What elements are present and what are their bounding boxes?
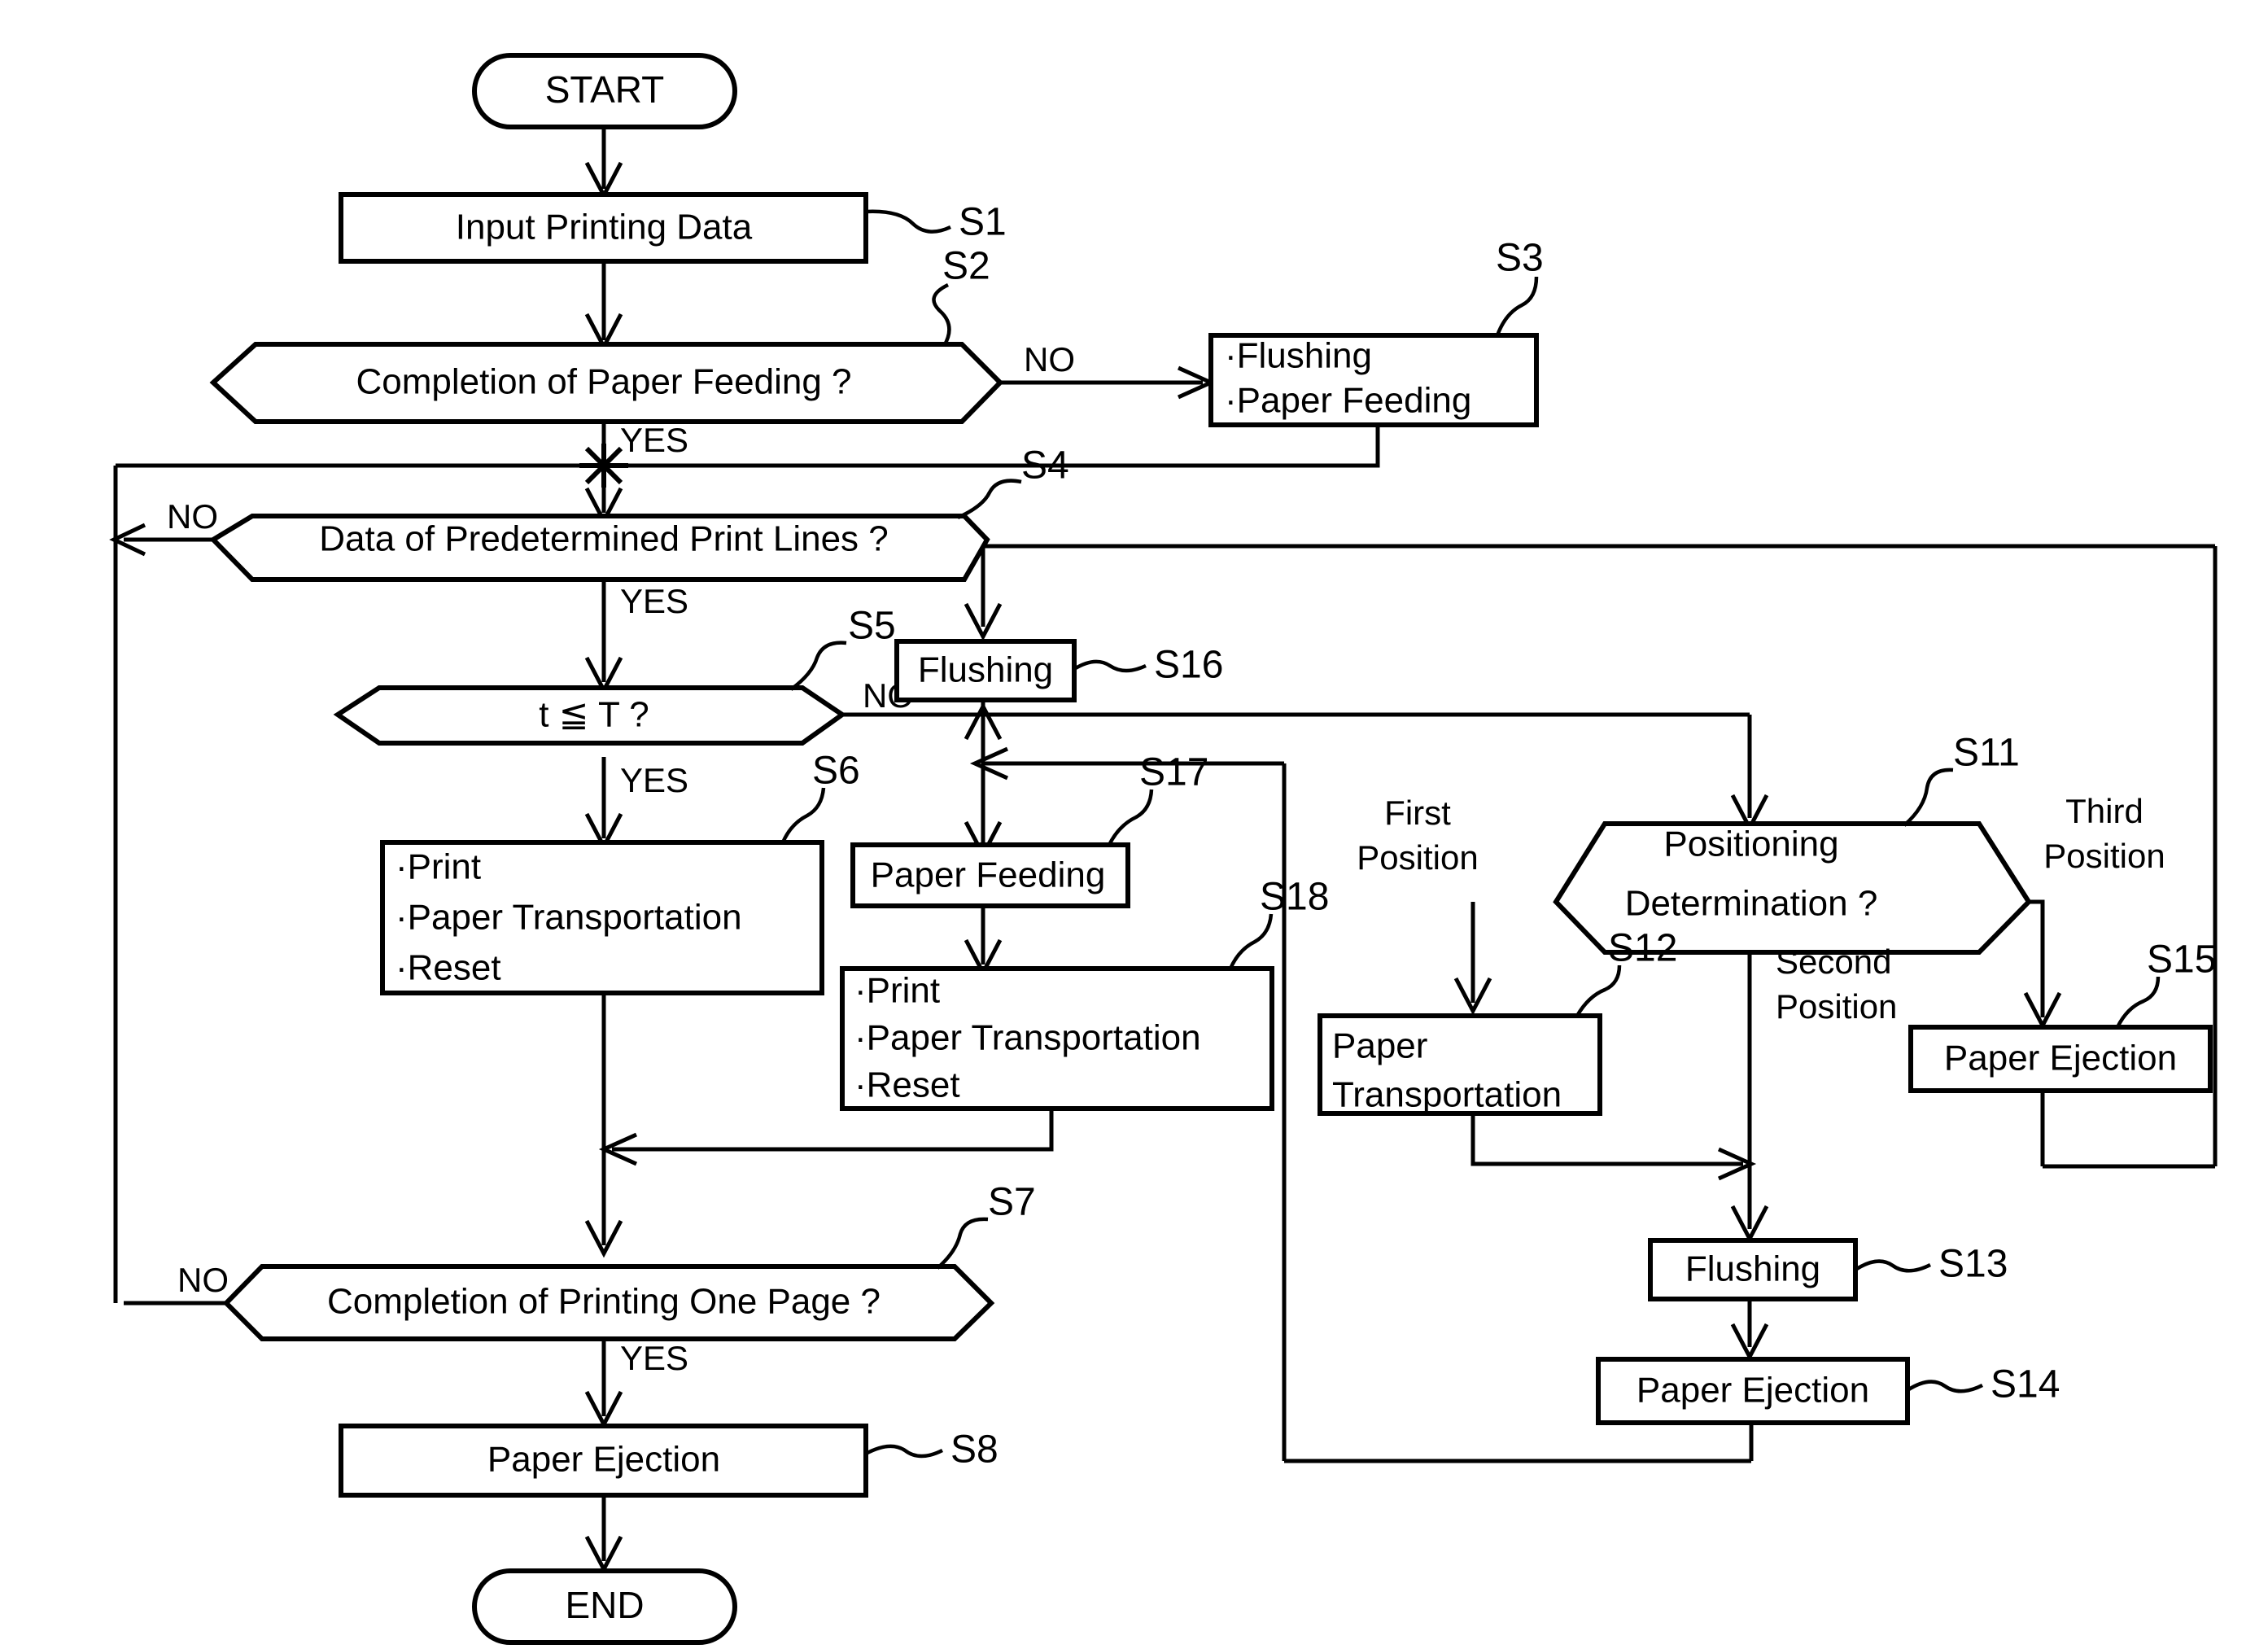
step-ref-s11: S11 — [1953, 732, 2020, 775]
node-s3: ·Flushing ·Paper Feeding — [1208, 333, 1539, 427]
edge-label-s7-yes: YES — [620, 1339, 688, 1377]
leader-s5 — [789, 641, 847, 691]
edge-label-s11-first-1: First — [1384, 794, 1451, 832]
node-s6-line-2: ·Paper Transportation — [395, 898, 742, 938]
node-s8: Paper Ejection — [339, 1424, 868, 1498]
node-s2: Completion of Paper Feeding ? — [209, 342, 1004, 424]
leader-s3 — [1495, 276, 1539, 336]
step-ref-s2: S2 — [942, 245, 990, 288]
node-s16: Flushing — [894, 639, 1077, 702]
node-end-label: END — [565, 1584, 644, 1626]
step-ref-s15: S15 — [2147, 938, 2216, 982]
leader-s11 — [1903, 768, 1954, 827]
edge-label-s4-yes: YES — [620, 582, 688, 620]
leader-s12 — [1575, 964, 1622, 1017]
edge-label-s4-no: NO — [167, 497, 218, 536]
node-s6-line-1: ·Print — [395, 847, 481, 887]
node-s6: ·Print ·Paper Transportation ·Reset — [380, 840, 824, 995]
leader-s2 — [932, 282, 951, 348]
leader-s8 — [864, 1444, 944, 1459]
step-ref-s16: S16 — [1154, 644, 1223, 687]
node-s13: Flushing — [1648, 1238, 1858, 1301]
leader-s17 — [1107, 789, 1154, 846]
edge-label-s11-third-2: Position — [2043, 837, 2165, 875]
node-s1: Input Printing Data — [339, 192, 868, 264]
node-s12: Paper Transportation — [1318, 1013, 1602, 1116]
node-s12-line-2: Transportation — [1332, 1075, 1562, 1115]
flowchart-canvas: START Input Printing Data S1 Completion … — [0, 0, 2268, 1649]
step-ref-s7: S7 — [988, 1181, 1036, 1224]
leader-s16 — [1073, 659, 1147, 673]
step-ref-s12: S12 — [1608, 927, 1677, 970]
edge-label-s2-no: NO — [1024, 340, 1075, 378]
node-s18: ·Print ·Paper Transportation ·Reset — [840, 966, 1274, 1111]
node-s7: Completion of Printing One Page ? — [222, 1264, 995, 1341]
node-s17: Paper Feeding — [850, 842, 1130, 908]
edge-s3-to-spine — [604, 424, 1380, 468]
node-s3-line-2: ·Paper Feeding — [1225, 381, 1471, 421]
node-s14: Paper Ejection — [1596, 1357, 1910, 1425]
edge-label-s11-first-2: Position — [1357, 838, 1478, 877]
node-s1-label: Input Printing Data — [456, 208, 753, 247]
node-s3-line-1: ·Flushing — [1225, 336, 1372, 376]
node-s6-line-3: ·Reset — [395, 948, 501, 988]
leader-s6 — [780, 787, 826, 843]
node-start: START — [472, 53, 737, 129]
node-s5: t ≦ T ? — [333, 685, 847, 746]
leader-s4 — [957, 479, 1022, 520]
edge-s18-to-merge — [612, 1105, 1054, 1152]
step-ref-s14: S14 — [1991, 1363, 2060, 1406]
node-start-label: START — [545, 68, 665, 111]
node-s12-line-1: Paper — [1332, 1026, 1427, 1066]
edge-label-s2-yes: YES — [620, 421, 688, 459]
step-ref-s1: S1 — [959, 201, 1007, 244]
step-ref-s5: S5 — [848, 605, 896, 648]
node-s4-label: Data of Predetermined Print Lines ? — [319, 519, 889, 559]
step-ref-s6: S6 — [812, 750, 860, 793]
node-s11-line-1: Positioning — [1663, 824, 1838, 864]
edge-label-s7-no: NO — [177, 1261, 229, 1299]
edge-label-s11-second-2: Position — [1776, 987, 1897, 1026]
node-s18-line-2: ·Paper Transportation — [854, 1018, 1201, 1058]
node-s14-label: Paper Ejection — [1637, 1371, 1869, 1411]
flowchart-svg: START Input Printing Data S1 Completion … — [109, 53, 2218, 1645]
step-ref-s17: S17 — [1139, 751, 1208, 794]
step-ref-s13: S13 — [1938, 1243, 2008, 1286]
edge-label-s5-yes: YES — [620, 761, 688, 799]
leader-s13 — [1854, 1259, 1932, 1273]
node-s15-label: Paper Ejection — [1944, 1039, 2177, 1078]
node-end: END — [472, 1568, 737, 1645]
node-s16-label: Flushing — [918, 650, 1053, 690]
node-s11-line-2: Determination ? — [1625, 884, 1878, 924]
edge-label-s11-third-1: Third — [2065, 792, 2143, 830]
node-s17-label: Paper Feeding — [871, 855, 1106, 895]
node-s13-label: Flushing — [1685, 1249, 1820, 1289]
edge-label-s11-second-1: Second — [1776, 943, 1891, 981]
node-s8-label: Paper Ejection — [487, 1440, 720, 1480]
leader-s7 — [936, 1217, 989, 1270]
node-s5-label: t ≦ T ? — [539, 695, 649, 735]
node-s18-line-1: ·Print — [854, 971, 940, 1011]
leader-s15 — [2115, 976, 2161, 1029]
step-ref-s4: S4 — [1021, 444, 1069, 488]
step-ref-s3: S3 — [1496, 237, 1544, 280]
leader-s14 — [1906, 1380, 1984, 1393]
step-ref-s8: S8 — [950, 1428, 999, 1472]
step-ref-s18: S18 — [1260, 876, 1329, 919]
leader-s1 — [865, 209, 951, 234]
leader-s18 — [1228, 913, 1274, 969]
node-s4: Data of Predetermined Print Lines ? — [209, 514, 990, 582]
node-s7-label: Completion of Printing One Page ? — [327, 1282, 881, 1322]
node-s18-line-3: ·Reset — [854, 1065, 960, 1105]
node-s2-label: Completion of Paper Feeding ? — [356, 362, 851, 402]
node-s15: Paper Ejection — [1908, 1025, 2213, 1093]
